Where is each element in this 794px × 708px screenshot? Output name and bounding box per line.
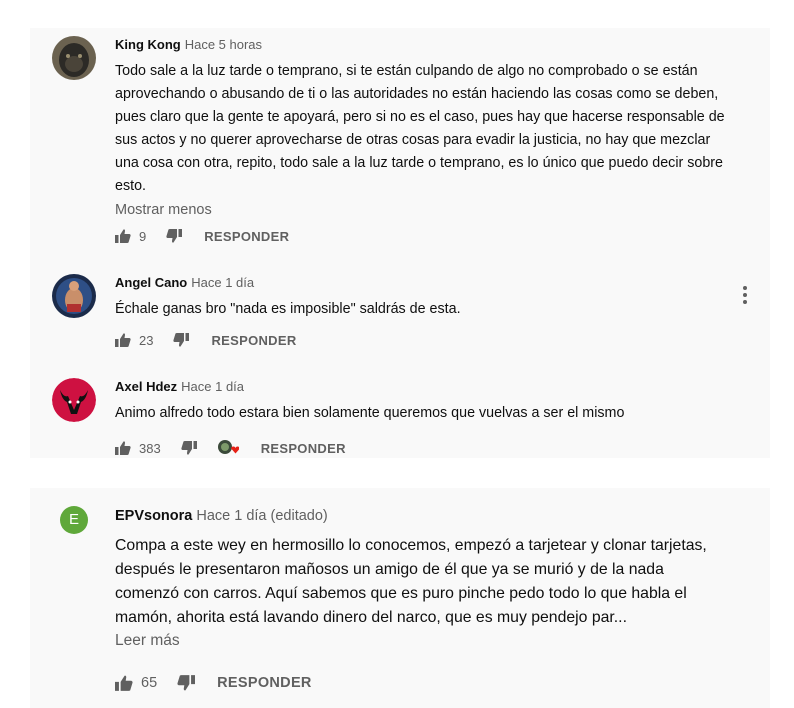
thumbs-down-icon[interactable] (173, 332, 190, 348)
author-name[interactable]: EPVsonora (115, 508, 192, 524)
read-more-link[interactable]: Leer más (115, 632, 730, 650)
author-name[interactable]: King Kong (115, 37, 181, 52)
thumbs-down-icon[interactable] (181, 440, 197, 456)
like-count: 9 (139, 228, 147, 244)
thumbs-down-icon[interactable] (177, 674, 196, 692)
comments-panel: E EPVsonora Hace 1 día (editado) Compa a … (30, 488, 770, 708)
avatar[interactable] (52, 36, 96, 80)
comment-header: EPVsonora Hace 1 día (editado) (115, 506, 730, 526)
reply-button[interactable]: RESPONDER (217, 675, 312, 691)
show-less-link[interactable]: Mostrar menos (115, 202, 730, 218)
comment-time[interactable]: Hace 1 día (editado) (196, 508, 327, 524)
like-count: 23 (139, 332, 154, 348)
comment-time[interactable]: Hace 5 horas (185, 37, 262, 52)
avatar[interactable] (52, 378, 96, 422)
avatar[interactable]: E (60, 506, 88, 534)
author-name[interactable]: Axel Hdez (115, 379, 177, 394)
like-count: 65 (141, 675, 158, 691)
reply-button[interactable]: RESPONDER (261, 441, 346, 456)
comment-actions: 23 RESPONDER (115, 332, 297, 348)
thumbs-up-icon[interactable] (115, 332, 131, 348)
avatar-letter: E (68, 511, 79, 528)
author-name[interactable]: Angel Cano (115, 275, 187, 290)
like-count: 383 (139, 440, 161, 456)
creator-heart-icon (217, 439, 239, 457)
thumbs-up-icon[interactable] (115, 228, 131, 244)
comment-text: Todo sale a la luz tarde o temprano, si … (115, 63, 725, 194)
comment-header: Angel Cano Hace 1 día (115, 274, 730, 292)
avatar[interactable] (52, 274, 96, 318)
comment-text: Échale ganas bro "nada es imposible" sal… (115, 301, 461, 317)
comment-text: Compa a este wey en hermosillo lo conoce… (115, 537, 707, 626)
comment-time[interactable]: Hace 1 día (181, 379, 244, 394)
comments-panel: King Kong Hace 5 horas Todo sale a la luz… (30, 28, 770, 458)
thumbs-down-icon[interactable] (166, 228, 183, 244)
comment-text: Animo alfredo todo estara bien solamente… (115, 405, 625, 421)
reply-button[interactable]: RESPONDER (204, 229, 289, 244)
more-options-icon[interactable] (742, 286, 748, 306)
reply-button[interactable]: RESPONDER (211, 333, 296, 348)
comment-actions: 9 RESPONDER (115, 228, 289, 244)
comment-header: Axel Hdez Hace 1 día (115, 378, 730, 396)
comment-actions: 65 RESPONDER (115, 674, 312, 692)
thumbs-up-icon[interactable] (115, 440, 131, 456)
thumbs-up-icon[interactable] (115, 674, 133, 692)
comment-header: King Kong Hace 5 horas (115, 36, 730, 54)
comment-actions: 383 RESPONDER (115, 439, 346, 457)
comment-time[interactable]: Hace 1 día (191, 275, 254, 290)
